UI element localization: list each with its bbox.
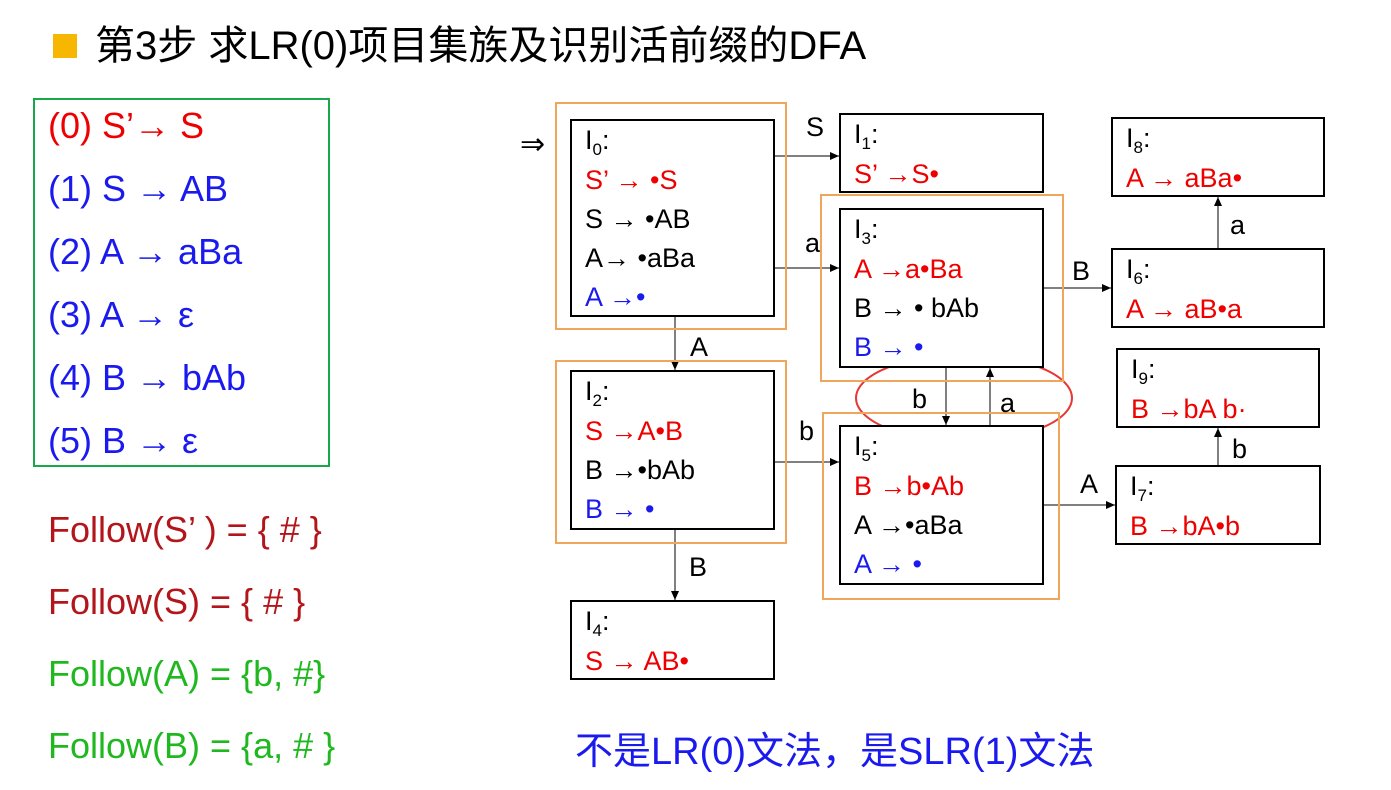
state-name: I — [585, 606, 593, 636]
state-i0: I0: S’ → •S S → •AB A→ •aBa A →• — [570, 119, 775, 317]
edge-label: b — [1232, 434, 1248, 464]
edge-label: a — [1230, 210, 1246, 240]
edge-label: B — [689, 552, 708, 582]
state-name: I — [1130, 471, 1138, 501]
state-name: I — [1126, 123, 1134, 153]
state-index: 7 — [1137, 486, 1147, 505]
edge-label: b — [799, 416, 815, 446]
lr-item: B → • bAb — [854, 293, 980, 323]
lr-item: S → •AB — [585, 204, 691, 234]
lr-item: A →•aBa — [854, 510, 963, 540]
edge-label: A — [690, 332, 709, 362]
edge-label: A — [1080, 469, 1099, 499]
state-label: I5: — [854, 431, 879, 471]
state-index: 5 — [861, 446, 871, 465]
state-label: I2: — [585, 376, 610, 416]
state-i6: I6: A → aB•a — [1111, 248, 1325, 328]
state-label: I7: — [1130, 471, 1155, 511]
state-index: 0 — [592, 140, 602, 159]
state-label: I9: — [1131, 354, 1156, 394]
state-colon: : — [1142, 254, 1151, 284]
state-name: I — [585, 376, 593, 406]
state-i4: I4: S → AB• — [570, 600, 775, 680]
state-i3: I3: A →a•Ba B → • bAb B → • — [839, 208, 1044, 368]
lr-item: B →bA•b — [1130, 511, 1241, 541]
lr-item: A→ •aBa — [585, 243, 696, 273]
state-index: 9 — [1138, 369, 1148, 388]
lr-item: B →b•Ab — [854, 471, 965, 501]
state-i5: I5: B →b•Ab A →•aBa A → • — [839, 425, 1044, 585]
lr-item: S’ →S• — [854, 159, 939, 189]
lr-item: S →A•B — [585, 416, 683, 446]
state-index: 3 — [861, 229, 871, 248]
state-colon: : — [601, 125, 610, 155]
lr-item: A → aB•a — [1126, 294, 1243, 324]
state-index: 4 — [592, 621, 602, 640]
state-label: I8: — [1126, 123, 1151, 163]
edge-label: a — [805, 228, 821, 258]
state-index: 2 — [592, 391, 602, 410]
conclusion-text: 不是LR(0)文法，是SLR(1)文法 — [575, 731, 1095, 773]
lr-item: A →• — [585, 282, 646, 312]
lr-item: B → • — [854, 332, 924, 362]
lr-item: B →•bAb — [585, 455, 696, 485]
state-i9: I9: B →bA b· — [1116, 348, 1320, 428]
state-name: I — [854, 431, 862, 461]
state-colon: : — [1147, 354, 1156, 384]
lr-item: S’ → •S — [585, 165, 678, 195]
state-name: I — [854, 119, 862, 149]
state-index: 8 — [1133, 138, 1143, 157]
state-index: 1 — [861, 134, 871, 153]
lr-item: A →a•Ba — [854, 254, 963, 284]
edge-label: b — [912, 384, 928, 414]
lr-item: B → • — [585, 494, 655, 524]
lr-item: A → aBa• — [1126, 163, 1243, 193]
state-colon: : — [601, 376, 610, 406]
lr-item: S → AB• — [585, 646, 689, 676]
state-colon: : — [870, 214, 879, 244]
state-i2: I2: S →A•B B →•bAb B → • — [570, 370, 775, 530]
state-name: I — [1131, 354, 1139, 384]
state-label: I6: — [1126, 254, 1151, 294]
state-label: I0: — [585, 125, 610, 165]
state-colon: : — [870, 119, 879, 149]
state-label: I4: — [585, 606, 610, 646]
edge-label: S — [806, 112, 825, 142]
state-i1: I1: S’ →S• — [839, 113, 1044, 193]
state-label: I3: — [854, 214, 879, 254]
state-index: 6 — [1133, 269, 1143, 288]
lr-item: A → • — [854, 549, 922, 579]
start-arrow: ⇒ — [520, 128, 546, 161]
state-name: I — [854, 214, 862, 244]
edge-label: a — [1000, 388, 1016, 418]
state-label: I1: — [854, 119, 879, 159]
state-i8: I8: A → aBa• — [1111, 117, 1325, 197]
state-name: I — [585, 125, 593, 155]
state-name: I — [1126, 254, 1134, 284]
edge-label: B — [1072, 256, 1091, 286]
state-colon: : — [1146, 471, 1155, 501]
state-i7: I7: B →bA•b — [1115, 465, 1321, 545]
lr-item: B →bA b· — [1131, 394, 1247, 424]
state-colon: : — [870, 431, 879, 461]
state-colon: : — [601, 606, 610, 636]
state-colon: : — [1142, 123, 1151, 153]
